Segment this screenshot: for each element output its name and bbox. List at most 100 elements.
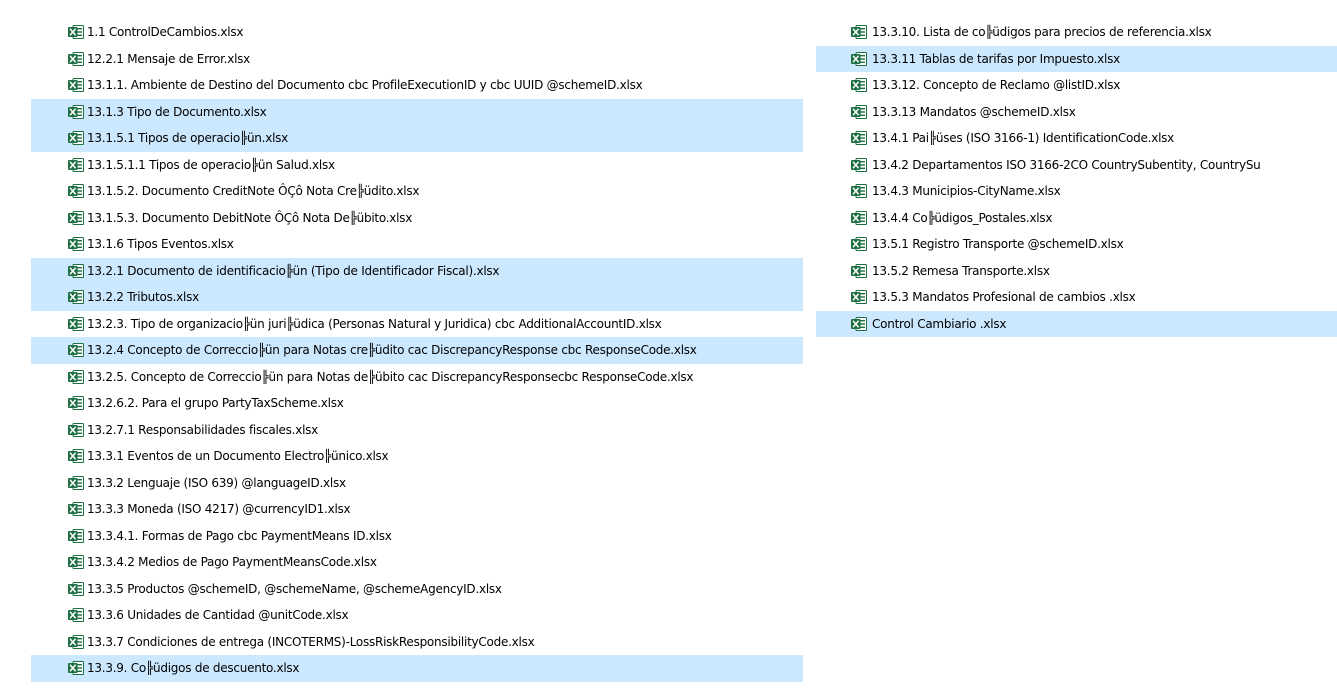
file-name: 13.3.3 Moneda (ISO 4217) @currencyID1.xl… [87,502,351,517]
file-list-item[interactable]: 13.1.3 Tipo de Documento.xlsx [31,98,803,125]
sheet-row-2 [860,296,865,298]
file-list-item[interactable]: 13.1.5.2. Documento CreditNote ÔÇô Nota … [31,178,803,205]
file-name: 13.2.6.2. Para el grupo PartyTaxScheme.x… [87,396,344,411]
file-list-item[interactable]: 13.2.1 Documento de identificacio╠ün (Ti… [31,257,803,284]
sheet-row-1 [860,107,865,109]
file-list-item[interactable]: 13.4.3 Municipios-CityName.xlsx [816,178,1337,205]
sheet-row-3 [77,61,82,63]
file-list-item[interactable]: 13.3.4.2 Medios de Pago PaymentMeansCode… [31,549,803,576]
sheet-row-1 [77,187,82,189]
sheet-row-1 [77,319,82,321]
sheet-row-1 [860,266,865,268]
excel-file-icon [68,131,84,145]
file-list-item[interactable]: 13.3.5 Productos @schemeID, @schemeName,… [31,576,803,603]
sheet-row-1 [77,452,82,454]
file-list-item[interactable]: 13.1.5.1.1 Tipos de operacio╠ün Salud.xl… [31,152,803,179]
excel-file-icon [68,237,84,251]
sheet-row-3 [860,114,865,116]
file-name: 13.3.4.1. Formas de Pago cbc PaymentMean… [87,528,392,543]
sheet-row-3 [77,352,82,354]
excel-file-icon [851,131,867,145]
sheet-row-1 [860,187,865,189]
file-list-item[interactable]: 13.3.4.1. Formas de Pago cbc PaymentMean… [31,523,803,550]
sheet-row-1 [77,664,82,666]
sheet-row-2 [77,481,82,484]
file-list-item[interactable]: 13.3.6 Unidades de Cantidad @unitCode.xl… [31,602,803,629]
file-list-item[interactable]: 13.2.2 Tributos.xlsx [31,284,803,311]
sheet-row-3 [77,564,82,566]
sheet-row-3 [77,485,82,487]
excel-file-icon [68,502,84,516]
sheet-row-1 [77,505,82,507]
excel-file-icon [68,157,84,172]
sheet-row-1 [77,425,82,427]
file-list-item[interactable]: 13.3.9. Co╠üdigos de descuento.xlsx [31,655,803,682]
sheet-row-2 [77,190,82,192]
file-list-item[interactable]: 13.2.6.2. Para el grupo PartyTaxScheme.x… [31,390,803,417]
sheet-row-1 [77,266,82,268]
sheet-row-2 [860,243,865,245]
excel-file-icon [851,184,867,198]
excel-file-icon [68,290,84,304]
sheet-row-3 [77,670,82,672]
file-list-item[interactable]: 13.3.7 Condiciones de entrega (INCOTERMS… [31,629,803,656]
sheet-row-2 [860,137,865,139]
excel-file-icon [851,290,867,304]
file-list-item[interactable]: 13.2.3. Tipo de organizacio╠ün juri╠üdic… [31,311,803,338]
excel-file-icon [851,210,867,225]
file-name: 13.1.5.1.1 Tipos de operacio╠ün Salud.xl… [87,157,335,172]
file-list-item[interactable]: 13.3.1 Eventos de un Documento Electro╠ü… [31,443,803,470]
excel-file-icon [68,263,84,278]
file-list-item[interactable]: 13.1.1. Ambiente de Destino del Document… [31,72,803,99]
excel-file-icon [68,343,84,357]
file-list-item[interactable]: 13.3.12. Concepto de Reclamo @listID.xls… [816,72,1337,99]
file-list-item[interactable]: 13.2.5. Concepto de Correccio╠ün para No… [31,364,803,391]
file-list-item[interactable]: 13.4.2 Departamentos ISO 3166-2CO Countr… [816,152,1337,179]
file-name: 13.3.4.2 Medios de Pago PaymentMeansCode… [87,555,377,570]
excel-file-icon [68,581,84,596]
file-list-item[interactable]: 13.4.4 Co╠üdigos_Postales.xlsx [816,205,1337,232]
sheet-row-1 [860,319,865,321]
file-name: 12.2.1 Mensaje de Error.xlsx [87,51,251,66]
file-list-item[interactable]: 13.3.3 Moneda (ISO 4217) @currencyID1.xl… [31,496,803,523]
sheet-row-1 [860,28,865,30]
file-list-item[interactable]: 13.3.11 Tablas de tarifas por Impuesto.x… [816,45,1337,72]
file-list-item[interactable]: 1.1 ControlDeCambios.xlsx [31,19,803,46]
file-list-item[interactable]: 13.3.2 Lenguaje (ISO 639) @languageID.xl… [31,470,803,497]
sheet-row-2 [860,110,865,113]
file-list-item[interactable]: 13.5.3 Mandatos Profesional de cambios .… [816,284,1337,311]
file-list-item[interactable]: 13.1.5.3. Documento DebitNote ÔÇô Nota D… [31,205,803,232]
sheet-row-2 [860,269,865,272]
excel-file-icon [68,316,84,331]
excel-file-icon [68,104,84,119]
file-name: 13.3.9. Co╠üdigos de descuento.xlsx [87,661,300,676]
file-name: 13.3.12. Concepto de Reclamo @listID.xls… [872,78,1121,93]
file-list-left-column: 1.1 ControlDeCambios.xlsx 12.2.1 Mensaje… [31,19,803,682]
file-name: 13.2.1 Documento de identificacio╠ün (Ti… [87,263,500,278]
file-name: 13.3.11 Tablas de tarifas por Impuesto.x… [872,51,1120,66]
sheet-row-3 [77,167,82,169]
file-list-item[interactable]: 13.2.4 Concepto de Correccio╠ün para Not… [31,337,803,364]
sheet-row-2 [77,402,82,404]
sheet-row-2 [77,561,82,563]
file-name: 13.3.6 Unidades de Cantidad @unitCode.xl… [87,608,349,623]
file-list-item[interactable]: 12.2.1 Mensaje de Error.xlsx [31,46,803,73]
sheet-row-3 [860,87,865,89]
file-list-item[interactable]: 13.3.13 Mandatos @schemeID.xlsx [816,99,1337,126]
excel-file-icon [851,237,867,251]
excel-file-icon [851,78,867,92]
file-list-item[interactable]: 13.1.6 Tipos Eventos.xlsx [31,231,803,258]
file-list-item[interactable]: 13.5.1 Registro Transporte @schemeID.xls… [816,231,1337,258]
sheet-row-3 [77,193,82,195]
file-list-item[interactable]: Control Cambiario .xlsx [816,310,1337,337]
file-list-right-column: 13.3.10. Lista de co╠üdigos para precios… [816,19,1337,337]
sheet-row-3 [77,87,82,89]
file-list-item[interactable]: 13.1.5.1 Tipos de operacio╠ün.xlsx [31,125,803,152]
file-list-item[interactable]: 13.5.2 Remesa Transporte.xlsx [816,258,1337,285]
file-name: 13.3.2 Lenguaje (ISO 639) @languageID.xl… [87,475,346,490]
sheet-row-3 [77,644,82,646]
file-list-item[interactable]: 13.2.7.1 Responsabilidades fiscales.xlsx [31,417,803,444]
file-list-item[interactable]: 13.3.10. Lista de co╠üdigos para precios… [816,19,1337,46]
file-name: 13.4.4 Co╠üdigos_Postales.xlsx [872,210,1053,225]
file-list-item[interactable]: 13.4.1 Pai╠üses (ISO 3166-1) Identificat… [816,125,1337,152]
